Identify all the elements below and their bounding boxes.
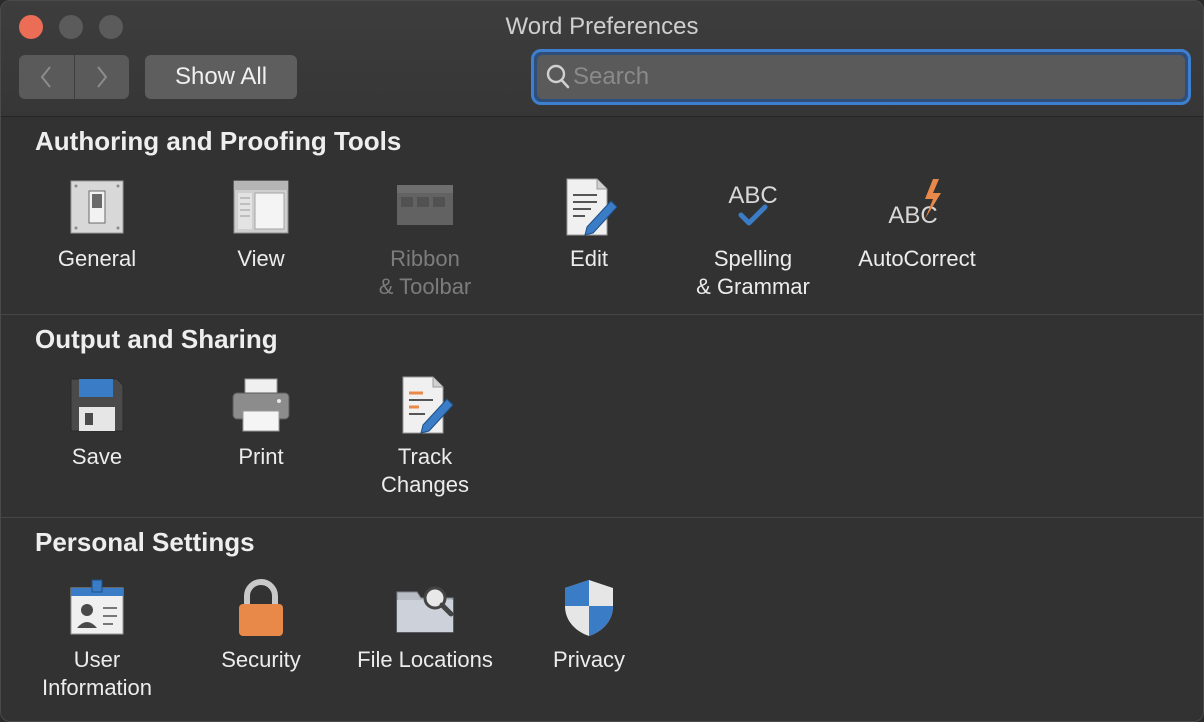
pane-privacy[interactable]: Privacy <box>507 576 671 674</box>
pane-general[interactable]: General <box>15 175 179 273</box>
general-switch-icon <box>70 180 124 234</box>
pane-edit[interactable]: Edit <box>507 175 671 273</box>
padlock-icon <box>239 579 283 636</box>
view-window-icon <box>233 180 289 234</box>
section-title: Personal Settings <box>35 527 255 557</box>
pane-label: Print <box>238 444 284 469</box>
chevron-right-icon <box>96 66 108 88</box>
pane-label: General <box>57 246 137 271</box>
pane-label: Spelling & Grammar <box>696 246 810 299</box>
svg-text:ABC: ABC <box>728 182 777 209</box>
pane-label: Save <box>71 444 123 469</box>
edit-document-icon <box>566 178 618 236</box>
search-icon <box>546 64 570 89</box>
title-bar: Word Preferences Show All <box>1 1 1203 117</box>
show-all-button[interactable]: Show All <box>145 55 297 99</box>
abc-check-icon: ABC <box>728 182 778 226</box>
pane-autocorrect[interactable]: ABC AutoCorrect <box>835 175 999 273</box>
pane-print[interactable]: Print <box>179 373 343 471</box>
back-button[interactable] <box>19 55 74 99</box>
pane-label: Ribbon & Toolbar <box>378 246 472 299</box>
id-badge-icon <box>70 579 124 635</box>
printer-icon <box>232 378 290 432</box>
pane-view[interactable]: View <box>179 175 343 273</box>
pane-file-locations[interactable]: File Locations <box>343 576 507 674</box>
pane-track-changes[interactable]: Track Changes <box>343 373 507 499</box>
preferences-window: Word Preferences Show All Search Authori… <box>0 0 1204 722</box>
section-authoring-proofing: Authoring and Proofing Tools General Vie… <box>1 117 1203 315</box>
section-title: Output and Sharing <box>35 324 278 354</box>
pane-label: View <box>237 246 285 271</box>
pane-label: AutoCorrect <box>858 246 976 271</box>
folder-search-icon <box>396 586 454 633</box>
search-input[interactable] <box>573 63 1153 91</box>
pane-label: User Information <box>41 647 153 700</box>
section-title: Authoring and Proofing Tools <box>35 126 402 156</box>
pane-ribbon-toolbar: Ribbon & Toolbar <box>343 175 507 301</box>
navigation-buttons <box>19 55 129 99</box>
window-title: Word Preferences <box>505 13 699 40</box>
section-output-sharing: Output and Sharing Save Print Track Chan… <box>1 315 1203 518</box>
pane-label: Track Changes <box>380 444 470 497</box>
pane-label: Privacy <box>552 647 626 672</box>
chevron-left-icon <box>40 66 52 88</box>
forward-button[interactable] <box>73 55 130 99</box>
pane-label: Security <box>221 647 301 672</box>
floppy-disk-icon <box>70 378 124 432</box>
pane-label: Edit <box>570 246 608 271</box>
pane-save[interactable]: Save <box>15 373 179 471</box>
pane-label: File Locations <box>357 647 493 672</box>
pane-spelling-grammar[interactable]: ABC Spelling & Grammar <box>671 175 835 301</box>
search-box[interactable] <box>537 55 1185 99</box>
ribbon-toolbar-icon <box>397 185 453 225</box>
abc-lightning-icon: ABC <box>888 179 941 229</box>
pane-security[interactable]: Security <box>179 576 343 674</box>
pane-user-information[interactable]: User Information <box>15 576 179 702</box>
track-changes-icon <box>402 376 454 434</box>
section-personal-settings: Personal Settings User Information Securi… <box>1 518 1203 721</box>
search-field[interactable] <box>531 49 1191 105</box>
shield-icon <box>565 580 613 636</box>
